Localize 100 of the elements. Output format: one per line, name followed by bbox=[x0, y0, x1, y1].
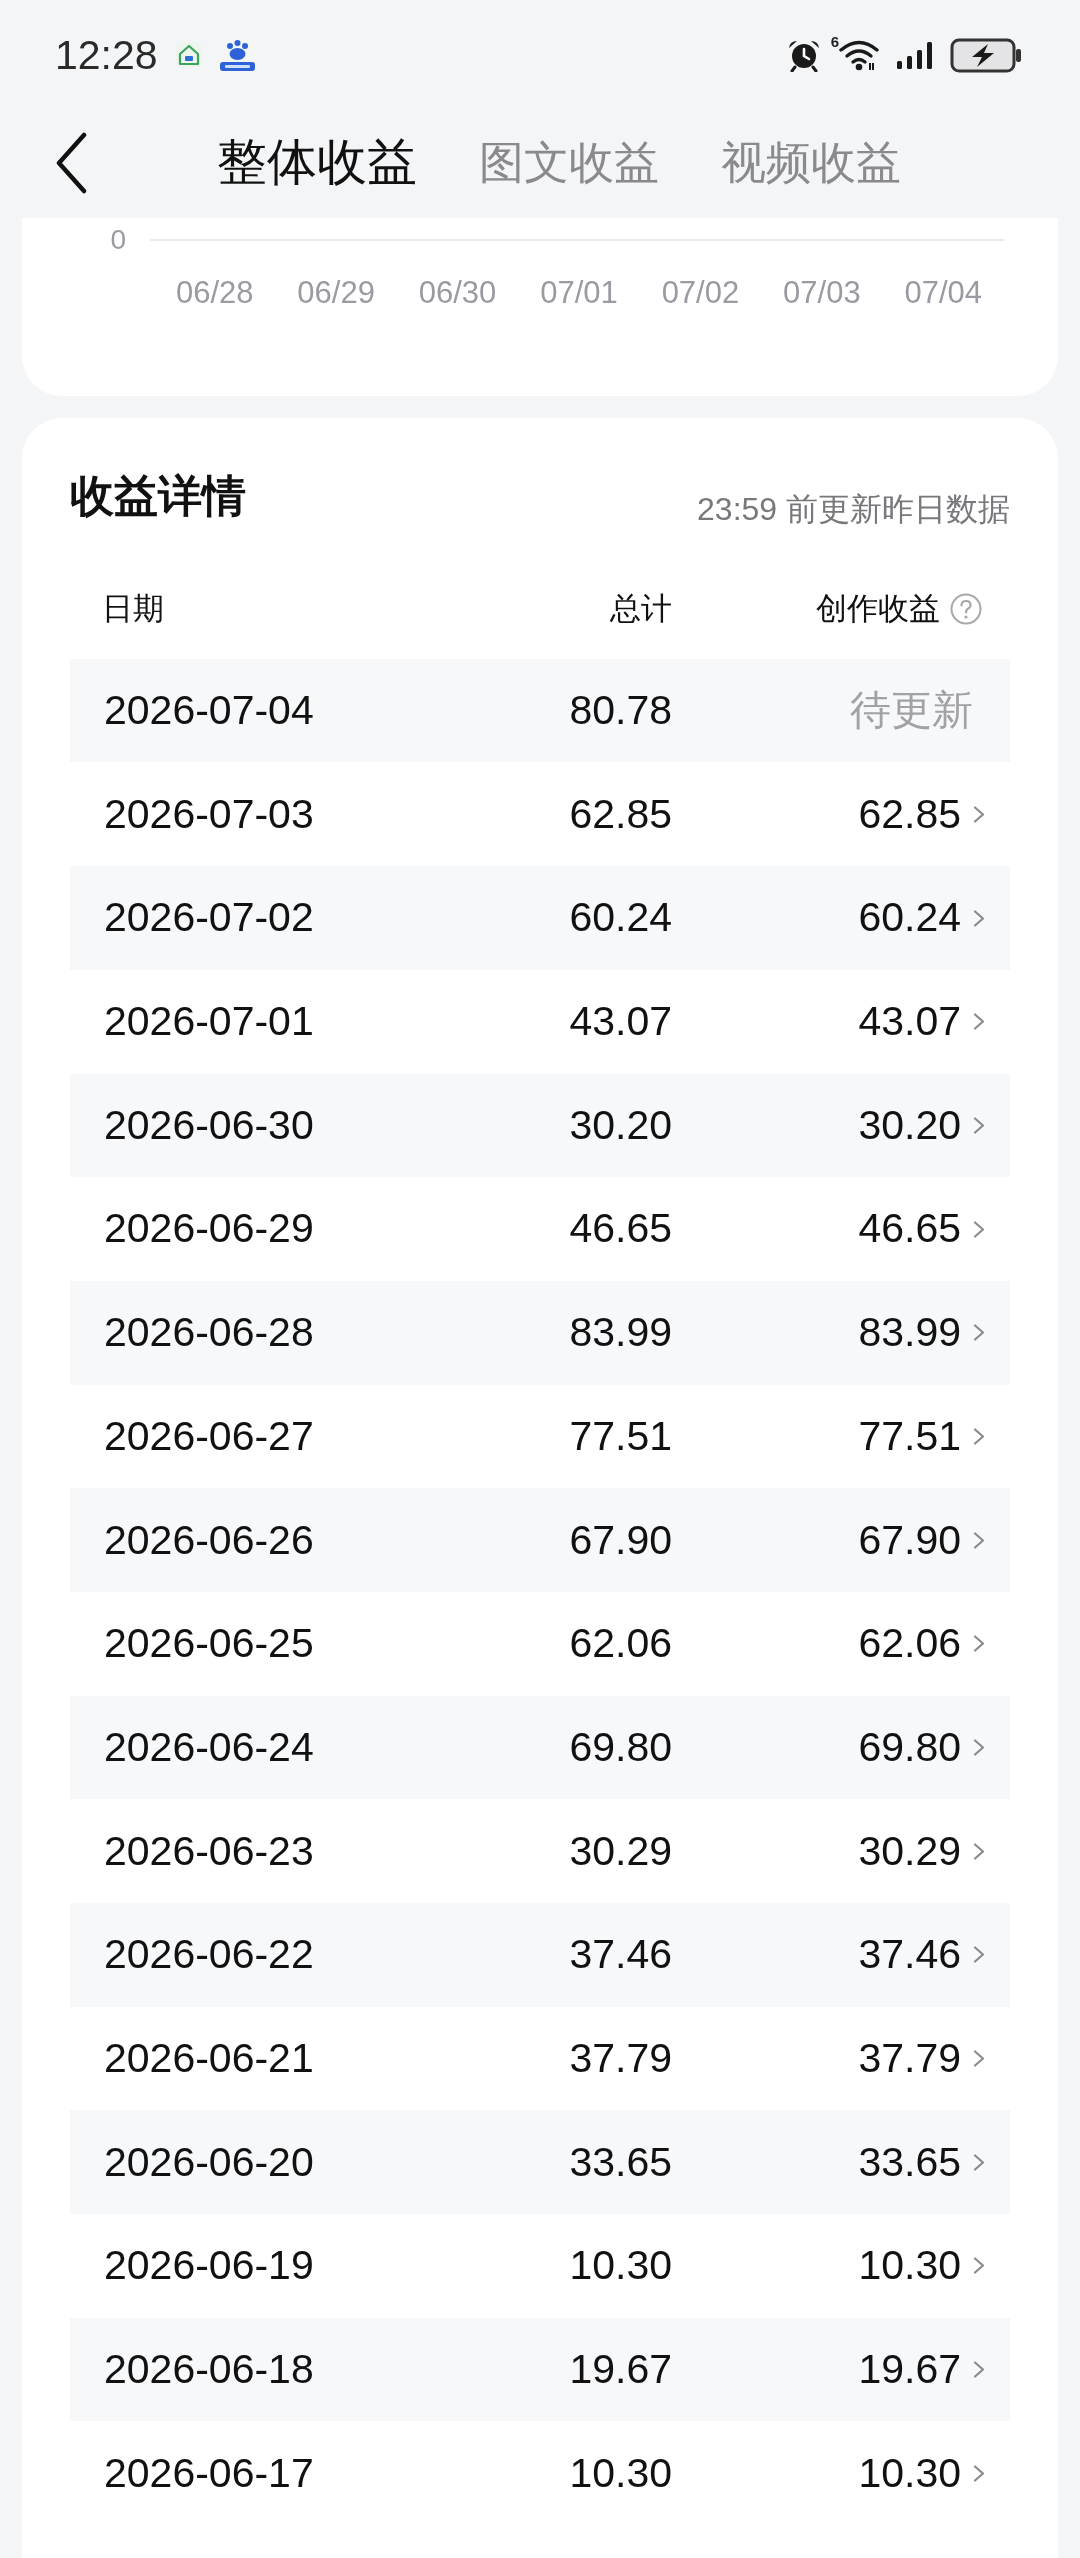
earnings-row[interactable]: 2026-07-04 80.78 待更新 bbox=[70, 658, 1010, 763]
date-cell-text: 2026-06-24 bbox=[103, 1723, 314, 1770]
chevron-right-icon bbox=[973, 1946, 985, 1964]
total-cell: 30.29 bbox=[569, 1827, 672, 1874]
total-cell: 10.30 bbox=[569, 2242, 672, 2289]
column-header: 创作收益 bbox=[816, 590, 940, 628]
column-header: 总计 bbox=[610, 591, 672, 627]
chevron-right-icon bbox=[973, 2361, 985, 2379]
house-app-icon bbox=[175, 42, 202, 68]
chevron-right-icon bbox=[973, 909, 985, 927]
earnings-row[interactable]: 2026-06-27 77.51 77.51 bbox=[70, 1384, 1010, 1489]
chevron-right-icon bbox=[973, 1324, 985, 1342]
total-cell: 80.78 bbox=[569, 687, 672, 734]
earnings-row[interactable]: 2026-06-30 30.20 30.20 bbox=[70, 1073, 1010, 1178]
creation-earnings-cell: 37.46 bbox=[858, 1930, 961, 1980]
creation-earnings-cell-text: 69.80 bbox=[858, 1722, 961, 1772]
earnings-row[interactable]: 2026-06-20 33.65 33.65 bbox=[70, 2110, 1010, 2215]
chevron-right-icon bbox=[973, 1635, 985, 1653]
earnings-row[interactable]: 2026-07-02 60.24 60.24 bbox=[70, 866, 1010, 970]
x-axis-label: 07/04 bbox=[903, 274, 984, 312]
chevron-right-icon bbox=[973, 1427, 985, 1445]
creation-earnings-cell: 30.20 bbox=[858, 1100, 961, 1150]
creation-earnings-cell: 62.85 bbox=[858, 789, 961, 839]
earnings-row[interactable]: 2026-06-21 37.79 37.79 bbox=[70, 2006, 1010, 2111]
total-cell: 43.07 bbox=[569, 998, 672, 1045]
status-time: 12:28 bbox=[55, 34, 158, 76]
total-cell: 69.80 bbox=[569, 1723, 672, 1770]
date-cell-text: 2026-06-25 bbox=[103, 1620, 314, 1667]
creation-earnings-cell: 67.90 bbox=[858, 1515, 961, 1565]
back-chevron-icon bbox=[55, 132, 87, 194]
date-cell-text: 2026-07-03 bbox=[103, 790, 314, 837]
total-cell: 10.30 bbox=[569, 2449, 672, 2496]
total-cell: 67.90 bbox=[569, 1516, 672, 1563]
chevron-right-icon bbox=[973, 1842, 985, 1860]
earnings-row[interactable]: 2026-06-18 19.67 19.67 bbox=[70, 2317, 1010, 2422]
earnings-row[interactable]: 2026-06-22 37.46 37.46 bbox=[70, 1903, 1010, 2007]
update-note: 23:59 前更新昨日数据 bbox=[697, 490, 1010, 529]
chevron-right-icon bbox=[973, 1220, 985, 1238]
chevron-right-icon bbox=[973, 2153, 985, 2171]
date-cell-text: 2026-06-21 bbox=[103, 2035, 314, 2081]
date-cell-text: 2026-06-27 bbox=[103, 1412, 314, 1459]
section-title: 收益详情 bbox=[70, 470, 246, 522]
earnings-row[interactable]: 2026-06-26 67.90 67.90 bbox=[70, 1488, 1010, 1592]
x-axis-label: 07/03 bbox=[782, 274, 862, 312]
earnings-row[interactable]: 2026-06-25 62.06 62.06 bbox=[70, 1592, 1010, 1696]
total-cell: 33.65 bbox=[569, 2138, 672, 2185]
creation-earnings-cell: 10.30 bbox=[858, 2241, 961, 2291]
creation-earnings-cell: 43.07 bbox=[858, 997, 961, 1047]
chevron-right-icon bbox=[973, 2464, 985, 2482]
creation-earnings-cell: 19.67 bbox=[858, 2345, 961, 2395]
tab[interactable]: 整体收益 bbox=[217, 134, 417, 192]
date-cell-text: 2026-07-04 bbox=[103, 687, 314, 734]
earnings-row[interactable]: 2026-06-23 30.29 30.29 bbox=[70, 1799, 1010, 1904]
creation-earnings-cell: 83.99 bbox=[858, 1308, 961, 1358]
date-cell-text: 2026-07-02 bbox=[103, 894, 314, 941]
chevron-right-icon bbox=[973, 2257, 985, 2275]
total-cell: 62.85 bbox=[569, 790, 672, 837]
total-cell: 30.20 bbox=[569, 1101, 672, 1148]
chevron-right-icon bbox=[973, 805, 985, 823]
pending-status: 待更新 bbox=[850, 686, 973, 736]
total-cell: 77.51 bbox=[569, 1412, 672, 1459]
creation-earnings-cell: 62.06 bbox=[858, 1619, 961, 1669]
date-cell-text: 2026-06-17 bbox=[103, 2449, 314, 2496]
x-axis-label: 07/02 bbox=[660, 274, 741, 312]
x-axis-label: 06/29 bbox=[296, 274, 376, 312]
earnings-row[interactable]: 2026-07-03 62.85 62.85 bbox=[70, 762, 1010, 867]
earnings-row[interactable]: 2026-06-29 46.65 46.65 bbox=[70, 1177, 1010, 1281]
chevron-right-icon bbox=[973, 2050, 985, 2068]
total-cell: 37.79 bbox=[569, 2035, 672, 2081]
chevron-right-icon bbox=[973, 1116, 985, 1134]
creation-earnings-cell: 30.29 bbox=[858, 1826, 961, 1876]
column-header: 日期 bbox=[102, 591, 164, 627]
total-cell: 62.06 bbox=[569, 1620, 672, 1667]
date-cell-text: 2026-06-22 bbox=[103, 1931, 314, 1978]
paw-app-icon bbox=[218, 38, 256, 72]
earnings-row[interactable]: 2026-06-28 83.99 83.99 bbox=[70, 1280, 1010, 1385]
date-cell-text: 2026-06-26 bbox=[103, 1516, 314, 1563]
creation-earnings-cell: 10.30 bbox=[858, 2448, 961, 2498]
earnings-row[interactable]: 2026-06-17 10.30 10.30 bbox=[70, 2421, 1010, 2526]
earnings-row[interactable]: 2026-06-19 10.30 10.30 bbox=[70, 2214, 1010, 2318]
total-cell: 46.65 bbox=[569, 1205, 672, 1252]
creation-earnings-cell-text: 37.79 bbox=[858, 2034, 961, 2083]
total-cell: 19.67 bbox=[569, 2346, 672, 2393]
creation-earnings-cell: 33.65 bbox=[858, 2137, 961, 2187]
date-cell-text: 2026-06-30 bbox=[103, 1101, 314, 1148]
earnings-row[interactable]: 2026-07-01 43.07 43.07 bbox=[70, 969, 1010, 1074]
total-cell: 83.99 bbox=[569, 1309, 672, 1356]
date-cell-text: 2026-07-01 bbox=[103, 998, 314, 1045]
x-axis-label: 06/28 bbox=[174, 274, 255, 312]
earnings-row[interactable]: 2026-06-24 69.80 69.80 bbox=[70, 1695, 1010, 1800]
date-cell-text: 2026-06-19 bbox=[103, 2242, 314, 2289]
x-axis-label: 06/30 bbox=[417, 274, 498, 312]
chevron-right-icon bbox=[973, 1531, 985, 1549]
wifi-icon bbox=[839, 39, 879, 71]
total-cell: 60.24 bbox=[569, 894, 672, 941]
total-cell: 37.46 bbox=[569, 1931, 672, 1978]
date-cell-text: 2026-06-23 bbox=[103, 1827, 314, 1874]
date-cell-text: 2026-06-29 bbox=[103, 1205, 314, 1252]
chevron-right-icon bbox=[973, 1739, 985, 1756]
creation-earnings-cell-text: 77.51 bbox=[858, 1411, 961, 1461]
